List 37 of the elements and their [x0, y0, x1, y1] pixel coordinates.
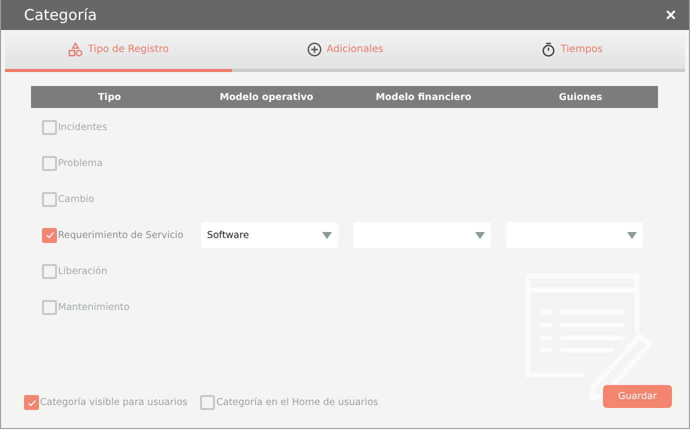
- checkbox[interactable]: [24, 395, 39, 410]
- checkbox-label: Incidentes: [58, 122, 108, 132]
- check-icon: [26, 398, 36, 408]
- tab[interactable]: Adicionales: [232, 30, 458, 72]
- checkbox[interactable]: [42, 228, 57, 242]
- close-button[interactable]: ✕: [663, 7, 679, 23]
- tab[interactable]: Tipo de Registro: [5, 30, 232, 72]
- window-title: Categoría: [24, 6, 98, 24]
- checkbox[interactable]: [42, 192, 57, 206]
- checkbox-label: Problema: [58, 158, 103, 168]
- column-header: Modelo financiero: [374, 92, 472, 102]
- dropdown[interactable]: [506, 222, 643, 248]
- checkbox[interactable]: [42, 156, 57, 170]
- check-icon: [44, 230, 54, 240]
- checkbox-label: Categoría en el Home de usuarios: [216, 397, 378, 408]
- plus-icon: [306, 42, 322, 57]
- checkbox-label: Mantenimiento: [58, 302, 130, 312]
- checkbox-label: Requerimiento de Servicio: [58, 230, 184, 240]
- dropdown[interactable]: Software: [201, 222, 338, 248]
- stopwatch-icon: [540, 42, 556, 57]
- shapes-icon: [68, 42, 83, 57]
- caret-icon: [626, 232, 637, 238]
- caret-icon: [474, 232, 485, 238]
- save-button[interactable]: Guardar: [603, 385, 672, 408]
- checkbox[interactable]: [42, 300, 57, 314]
- checkbox[interactable]: [42, 120, 57, 134]
- column-header: Modelo operativo: [218, 92, 314, 102]
- checkbox-label: Cambio: [58, 194, 94, 204]
- caret-icon: [322, 232, 332, 238]
- checkbox[interactable]: [200, 395, 216, 410]
- checkbox[interactable]: [42, 264, 57, 278]
- checkbox-label: Liberación: [58, 266, 108, 276]
- checkbox-label: Categoría visible para usuarios: [40, 397, 188, 408]
- column-header: Tipo: [96, 92, 122, 102]
- tab[interactable]: Tiempos: [458, 30, 686, 72]
- column-header: Guiones: [558, 92, 604, 102]
- dropdown[interactable]: [353, 222, 491, 248]
